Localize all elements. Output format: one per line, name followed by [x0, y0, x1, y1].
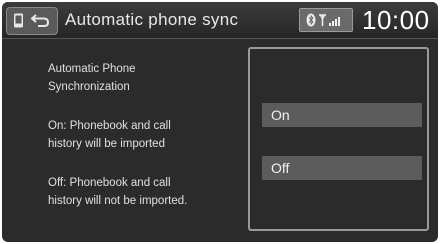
description-line: Synchronization: [48, 81, 130, 93]
description-line: Off: Phonebook and call: [48, 177, 171, 189]
description-line: history will be imported: [48, 138, 165, 150]
back-button[interactable]: [6, 7, 58, 35]
off-option-button[interactable]: Off: [262, 156, 422, 180]
on-option-button[interactable]: On: [262, 103, 422, 127]
display-screen: Automatic phone sync 10:00 Automatic Pho…: [2, 2, 438, 242]
setting-description: Automatic Phone Synchronization: [48, 60, 238, 96]
off-option-description: Off: Phonebook and call history will not…: [48, 174, 238, 210]
status-indicator: [299, 8, 353, 32]
signal-icon: [319, 14, 340, 26]
on-option-description: On: Phonebook and call history will be i…: [48, 117, 238, 153]
description-line: On: Phonebook and call: [48, 120, 171, 132]
description-line: history will not be imported.: [48, 195, 188, 207]
back-icon: [30, 14, 50, 27]
page-title: Automatic phone sync: [65, 10, 239, 29]
phone-icon: [14, 13, 23, 28]
description-line: Automatic Phone: [48, 63, 136, 75]
bluetooth-icon: [306, 13, 316, 27]
clock: 10:00: [362, 5, 430, 35]
header-bar: Automatic phone sync 10:00: [2, 2, 438, 39]
options-panel: [248, 47, 429, 231]
